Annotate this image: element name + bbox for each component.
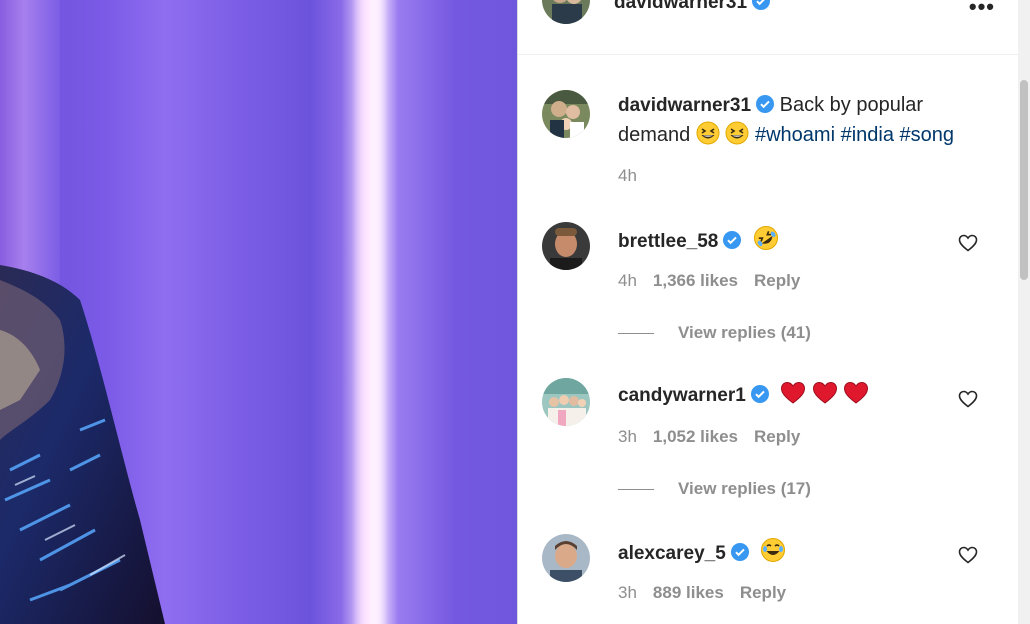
caption-avatar[interactable] <box>542 90 590 138</box>
comment-likes[interactable]: 1,366 likes <box>653 271 738 290</box>
verified-badge-icon <box>756 94 775 121</box>
heart-outline-icon[interactable] <box>958 546 978 569</box>
comment-item: alexcarey_5 3h 889 likes Reply <box>518 534 1019 624</box>
verified-badge-icon <box>750 385 769 409</box>
comment-avatar[interactable] <box>542 222 590 270</box>
comment-username[interactable]: brettlee_58 <box>618 231 718 252</box>
post-media[interactable] <box>0 0 517 624</box>
caption-username[interactable]: davidwarner31 <box>618 95 751 116</box>
comment-time[interactable]: 3h <box>618 583 637 602</box>
comments-panel: davidwarner31 ••• davidwarner31 Back by … <box>517 0 1019 624</box>
view-replies-button[interactable]: View replies (17) <box>618 479 811 499</box>
red-heart-icon <box>812 381 838 411</box>
view-replies-label: View replies (17) <box>678 479 811 498</box>
header-avatar[interactable] <box>542 0 590 24</box>
replies-divider <box>618 489 654 491</box>
view-replies-label: View replies (41) <box>678 323 811 342</box>
comment-likes[interactable]: 1,052 likes <box>653 427 738 446</box>
header-username[interactable]: davidwarner31 <box>614 0 747 13</box>
comment-item: brettlee_58 4h 1,366 likes Reply View repl… <box>518 222 1019 362</box>
red-heart-icon <box>780 381 806 411</box>
replies-divider <box>618 333 654 335</box>
comment-time[interactable]: 4h <box>618 271 637 290</box>
rolling-on-floor-laughing-icon <box>753 225 779 257</box>
grinning-squinting-face-icon <box>696 121 720 153</box>
hashtag-whoami[interactable]: #whoami <box>755 124 835 146</box>
verified-badge-icon <box>723 231 742 255</box>
hashtag-india[interactable]: #india <box>841 124 894 146</box>
view-replies-button[interactable]: View replies (41) <box>618 323 811 343</box>
comment-item: candywarner1 3h 1,052 likes Reply View rep… <box>518 378 1019 518</box>
post-caption: davidwarner31 Back by popular demand #wh… <box>618 92 998 153</box>
face-with-tears-of-joy-icon <box>760 537 786 569</box>
post-time[interactable]: 4h <box>618 166 637 186</box>
comment-likes[interactable]: 889 likes <box>653 583 724 602</box>
reply-button[interactable]: Reply <box>754 427 800 446</box>
post-header: davidwarner31 ••• <box>518 0 1019 55</box>
comment-time[interactable]: 3h <box>618 427 637 446</box>
hashtag-song[interactable]: #song <box>900 124 955 146</box>
grinning-squinting-face-icon <box>725 121 749 153</box>
reply-button[interactable]: Reply <box>754 271 800 290</box>
media-figure-shirt <box>0 265 165 624</box>
red-heart-icon <box>843 381 869 411</box>
verified-badge-icon <box>730 543 749 567</box>
comment-username[interactable]: candywarner1 <box>618 385 746 406</box>
comment-username[interactable]: alexcarey_5 <box>618 543 726 564</box>
heart-outline-icon[interactable] <box>958 234 978 257</box>
verified-badge-icon <box>752 0 771 16</box>
comment-avatar[interactable] <box>542 534 590 582</box>
scrollbar[interactable] <box>1018 0 1030 624</box>
reply-button[interactable]: Reply <box>740 583 786 602</box>
more-options-icon[interactable]: ••• <box>969 0 995 20</box>
heart-outline-icon[interactable] <box>958 390 978 413</box>
scrollbar-thumb[interactable] <box>1020 80 1028 280</box>
comment-avatar[interactable] <box>542 378 590 426</box>
